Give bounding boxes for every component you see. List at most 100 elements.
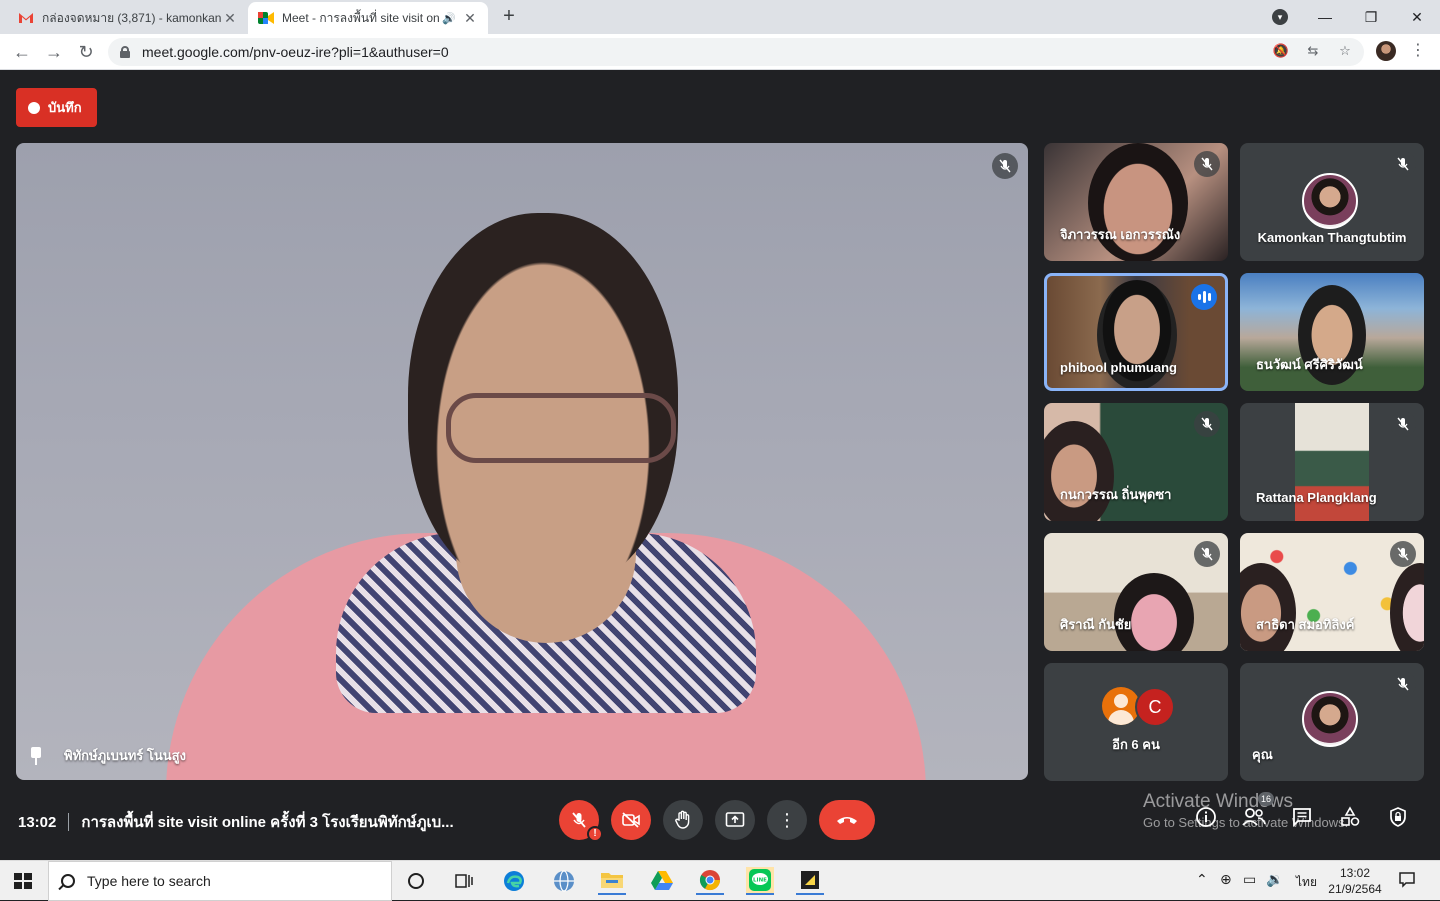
participant-tile[interactable]: กนกวรรณ ถิ่นพุดซา	[1044, 403, 1228, 521]
notifications-blocked-icon[interactable]: 🔕	[1272, 42, 1290, 60]
address-bar[interactable]: meet.google.com/pnv-oeuz-ire?pli=1&authu…	[108, 38, 1364, 66]
show-hidden-icons[interactable]: ⌃	[1196, 871, 1208, 888]
pin-icon[interactable]	[28, 746, 44, 765]
participant-face	[1044, 421, 1114, 521]
mic-off-icon	[992, 153, 1018, 179]
divider	[68, 813, 70, 831]
notifications-icon[interactable]	[1398, 870, 1416, 891]
edge-icon[interactable]	[500, 867, 528, 895]
profile-avatar[interactable]	[1376, 41, 1396, 61]
participant-tile[interactable]: ธนวัฒน์ ศรีศิริวัฒน์	[1240, 273, 1424, 391]
app-globe-icon[interactable]	[550, 867, 578, 895]
reload-icon[interactable]: ↻	[74, 40, 98, 64]
participant-tile[interactable]: ศิราณี กันชัย	[1044, 533, 1228, 651]
more-participants-tile[interactable]: C อีก 6 คน	[1044, 663, 1228, 781]
participant-name: กนกวรรณ ถิ่นพุดซา	[1060, 487, 1172, 502]
window-close-icon[interactable]: ✕	[1394, 4, 1440, 30]
back-icon[interactable]: ←	[10, 40, 34, 64]
people-button[interactable]	[1240, 806, 1268, 834]
activities-button[interactable]	[1336, 806, 1364, 834]
camera-toggle-button[interactable]	[611, 800, 651, 840]
mic-off-icon	[1390, 411, 1416, 437]
main-video[interactable]: พิทักษ์ภูเบนทร์ โนนสูง	[16, 143, 1028, 780]
search-icon	[61, 874, 75, 888]
video-glasses	[446, 393, 676, 463]
tab-gmail[interactable]: กล่องจดหมาย (3,871) - kamonkan.t ✕	[8, 2, 248, 34]
participant-name: จิภาวรรณ เอกวรรณัง	[1060, 227, 1181, 242]
participant-face	[1390, 563, 1424, 651]
volume-icon[interactable]: 🔉	[1266, 871, 1283, 888]
self-avatar	[1302, 691, 1358, 747]
participant-name: สาธิดา สมอทิลิงค์	[1256, 617, 1355, 632]
mic-off-icon	[572, 812, 586, 828]
browser-toolbar: ← → ↻ meet.google.com/pnv-oeuz-ire?pli=1…	[0, 34, 1440, 70]
translate-icon[interactable]: ⇆	[1304, 42, 1322, 60]
taskbar-date: 21/9/2564	[1328, 882, 1382, 896]
cortana-icon[interactable]	[402, 867, 430, 895]
tab-meet[interactable]: Meet - การลงพื้นที่ site visit on 🔊 ✕	[248, 2, 488, 34]
taskbar-clock[interactable]: 13:02 21/9/2564	[1322, 865, 1388, 897]
more-vertical-icon: ⋮	[778, 809, 796, 830]
windows-start-icon[interactable]	[14, 873, 32, 889]
speaking-indicator-icon	[1191, 284, 1217, 310]
meeting-info: 13:02 การลงพื้นที่ site visit online ครั…	[18, 810, 454, 834]
self-tile[interactable]: คุณ	[1240, 663, 1424, 781]
mic-off-icon	[1194, 541, 1220, 567]
tab-title: Meet - การลงพื้นที่ site visit on	[282, 10, 440, 25]
forward-icon[interactable]: →	[42, 40, 66, 64]
restore-icon[interactable]: ❐	[1348, 4, 1394, 30]
participant-tile[interactable]: Rattana Plangklang	[1240, 403, 1424, 521]
mic-off-icon	[1390, 151, 1416, 177]
present-screen-button[interactable]	[715, 800, 755, 840]
activities-shapes-icon	[1341, 806, 1360, 826]
bookmark-star-icon[interactable]: ☆	[1336, 42, 1354, 60]
participant-face	[1114, 573, 1194, 651]
taskbar-search-box[interactable]: Type here to search	[48, 861, 392, 901]
browser-menu-icon[interactable]: ⋮	[1410, 40, 1426, 60]
file-explorer-icon[interactable]	[598, 867, 626, 895]
google-drive-icon[interactable]	[648, 867, 676, 895]
participant-tile[interactable]: Kamonkan Thangtubtim	[1240, 143, 1424, 261]
chrome-icon[interactable]	[696, 867, 724, 895]
record-button[interactable]: บันทึก	[16, 88, 97, 127]
participant-name: อีก 6 คน	[1112, 737, 1160, 752]
more-options-button[interactable]: ⋮	[767, 800, 807, 840]
alert-icon: !	[587, 826, 603, 842]
network-icon[interactable]: ▭	[1243, 871, 1256, 888]
participant-tile-active-speaker[interactable]: phibool phumuang	[1044, 273, 1228, 391]
camera-off-icon	[622, 812, 640, 828]
chat-button[interactable]	[1288, 806, 1316, 834]
lock-icon[interactable]	[120, 46, 130, 58]
record-label: บันทึก	[48, 100, 82, 115]
participant-tile[interactable]: สาธิดา สมอทิลิงค์	[1240, 533, 1424, 651]
mic-toggle-button[interactable]: !	[559, 800, 603, 842]
close-icon[interactable]: ✕	[462, 10, 478, 27]
hand-icon	[675, 810, 690, 829]
meeting-details-button[interactable]	[1192, 806, 1220, 834]
participant-name: ธนวัฒน์ ศรีศิริวัฒน์	[1256, 357, 1363, 372]
sticky-notes-icon[interactable]	[796, 867, 824, 895]
raise-hand-button[interactable]	[663, 800, 703, 840]
record-dot-icon	[28, 101, 40, 114]
mic-off-icon	[1194, 411, 1220, 437]
line-app-icon[interactable]: LINE	[746, 867, 774, 895]
host-controls-button[interactable]	[1384, 806, 1412, 834]
mic-off-icon	[1390, 541, 1416, 567]
shield-lock-icon	[1390, 807, 1406, 827]
people-count-badge: 16	[1258, 792, 1275, 806]
meet-now-icon[interactable]: ⊕	[1220, 871, 1232, 888]
input-language[interactable]: ไทย	[1296, 873, 1317, 892]
tab-title: กล่องจดหมาย (3,871) - kamonkan.t	[42, 10, 222, 25]
leave-call-button[interactable]	[819, 800, 875, 840]
meet-stage: บันทึก พิทักษ์ภูเบนทร์ โนนสูง จิภาวรรณ เ…	[0, 71, 1440, 860]
participant-name: คุณ	[1252, 747, 1273, 762]
participant-tile[interactable]: จิภาวรรณ เอกวรรณัง	[1044, 143, 1228, 261]
tab-search-icon[interactable]: ▾	[1272, 9, 1288, 25]
close-icon[interactable]: ✕	[222, 10, 238, 27]
new-tab-button[interactable]: +	[498, 6, 520, 28]
task-view-icon[interactable]	[450, 867, 478, 895]
chat-icon	[1293, 808, 1311, 828]
speaker-icon[interactable]: 🔊	[442, 12, 456, 25]
minimize-icon[interactable]: —	[1302, 4, 1348, 30]
meeting-title: การลงพื้นที่ site visit online ครั้งที่ …	[81, 814, 454, 831]
